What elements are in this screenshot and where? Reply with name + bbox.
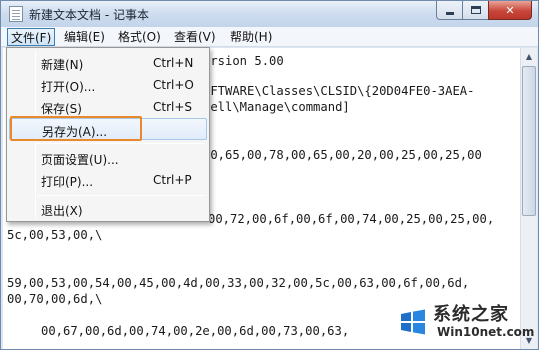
scroll-thumb[interactable] <box>522 66 536 216</box>
menu-item-shortcut: Ctrl+P <box>153 173 192 187</box>
watermark-subtitle: Win10net.com <box>437 325 535 339</box>
menu-item-label: 打开(O)... <box>41 80 96 94</box>
menu-item-label: 退出(X) <box>41 204 83 218</box>
menu-item-label: 保存(S) <box>41 102 82 116</box>
menu-help[interactable]: 帮助(H) <box>227 28 275 46</box>
menu-separator <box>37 143 205 144</box>
menu-item-page-setup[interactable]: 页面设置(U)... <box>9 147 207 169</box>
watermark: 系统之家 Win10net.com <box>399 296 539 350</box>
windows-logo-icon <box>401 309 425 335</box>
editor-line: 5c,00,53,00,\ <box>7 228 103 242</box>
close-icon: ✕ <box>505 3 515 17</box>
maximize-icon <box>470 6 481 14</box>
notepad-window: 新建文本文档 - 记事本 ✕ 文件(F) 编辑(E) 格式(O) 查看(V) 帮… <box>0 0 539 350</box>
menu-item-exit[interactable]: 退出(X) <box>9 198 207 220</box>
maximize-button[interactable] <box>462 1 488 20</box>
menu-item-shortcut: Ctrl+N <box>153 56 194 70</box>
menu-item-shortcut: Ctrl+O <box>153 78 194 92</box>
menu-separator <box>37 195 205 196</box>
menu-item-label: 打印(P)... <box>41 175 94 189</box>
menu-file[interactable]: 文件(F) <box>7 28 56 46</box>
menu-item-new[interactable]: 新建(N) Ctrl+N <box>9 52 207 74</box>
menu-edit[interactable]: 编辑(E) <box>61 28 108 46</box>
editor-line: 00,70,00,6d,\ <box>7 292 103 306</box>
save-as-highlight-box <box>10 116 142 141</box>
scroll-up-icon[interactable]: ▲ <box>521 48 537 65</box>
minimize-button[interactable] <box>436 1 462 20</box>
menu-item-save[interactable]: 保存(S) Ctrl+S <box>9 96 207 118</box>
menu-item-print[interactable]: 打印(P)... Ctrl+P <box>9 169 207 191</box>
menu-view[interactable]: 查看(V) <box>171 28 219 46</box>
minimize-icon <box>445 11 454 15</box>
editor-line: OFTWARE\Classes\CLSID\{20D04FE0-3AEA- <box>203 84 475 98</box>
menu-item-label: 新建(N) <box>41 58 84 72</box>
watermark-title: 系统之家 <box>433 304 509 325</box>
close-button[interactable]: ✕ <box>488 1 532 20</box>
menu-item-label: 页面设置(U)... <box>41 153 119 167</box>
editor-line: ersion 5.00 <box>203 54 284 68</box>
editor-line: 00,67,00,6d,00,74,00,2e,00,6d,00,73,00,6… <box>41 324 350 338</box>
caption-buttons: ✕ <box>436 1 532 21</box>
editor-line: hell\Manage\command] <box>203 100 350 114</box>
window-title: 新建文本文档 - 记事本 <box>29 8 149 22</box>
menu-format[interactable]: 格式(O) <box>115 28 164 46</box>
notepad-icon[interactable] <box>9 6 23 22</box>
editor-line: 00,65,00,78,00,65,00,20,00,25,00,25,00 <box>203 148 482 162</box>
editor-line: 59,00,53,00,54,00,45,00,4d,00,33,00,32,0… <box>7 276 470 290</box>
title-bar[interactable]: 新建文本文档 - 记事本 ✕ <box>1 1 538 27</box>
editor-line: 00,72,00,6f,00,6f,00,74,00,25,00,25,00, <box>208 212 495 226</box>
menu-item-shortcut: Ctrl+S <box>153 100 193 114</box>
menu-item-open[interactable]: 打开(O)... Ctrl+O <box>9 74 207 96</box>
menu-bar: 文件(F) 编辑(E) 格式(O) 查看(V) 帮助(H) <box>1 27 538 47</box>
